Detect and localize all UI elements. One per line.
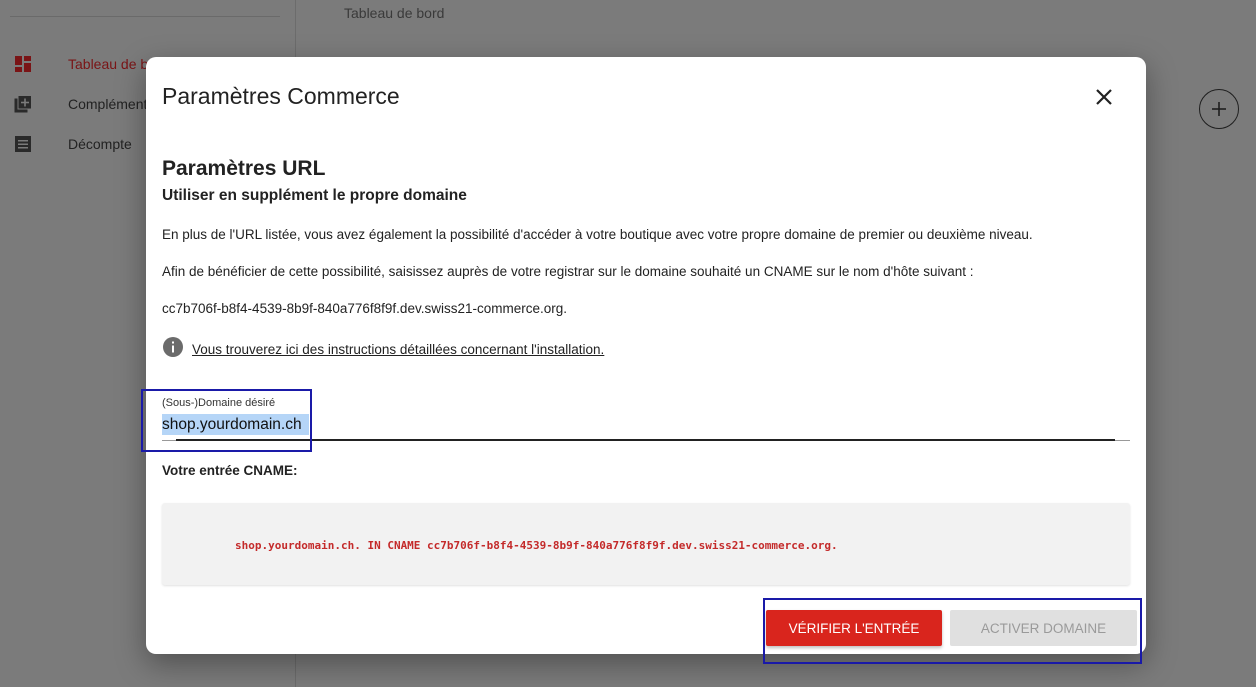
library-add-icon [14,95,32,113]
hostname-text: cc7b706f-b8f4-4539-8b9f-840a776f8f9f.dev… [162,301,567,316]
cname-entry-text: shop.yourdomain.ch. IN CNAME cc7b706f-b8… [235,539,838,552]
installation-instructions-link[interactable]: Vous trouverez ici des instructions déta… [192,342,604,357]
domain-input-focus-underline [176,439,1115,441]
info-icon [163,337,183,357]
list-icon [15,136,31,152]
section-subtitle: Utiliser en supplément le propre domaine [162,187,467,204]
dashboard-icon [15,56,31,72]
cname-entry-label: Votre entrée CNAME: [162,463,298,478]
highlight-box [141,389,312,452]
add-button[interactable] [1199,89,1239,129]
close-icon[interactable] [1092,85,1116,109]
dialog-title: Paramètres Commerce [162,83,400,109]
sidebar-item-label: Compléments [68,96,155,112]
sidebar-item-label: Décompte [68,136,132,152]
cname-instruction-text: Afin de bénéficier de cette possibilité,… [162,264,974,279]
cname-code-block: shop.yourdomain.ch. IN CNAME cc7b706f-b8… [162,503,1130,585]
shop-settings-dialog: Paramètres Commerce Paramètres URL Utili… [141,57,1146,664]
breadcrumb: Tableau de bord [344,5,445,21]
section-title: Paramètres URL [162,157,326,180]
plus-icon [1212,102,1226,116]
sidebar-divider [10,16,280,17]
description-text: En plus de l'URL listée, vous avez égale… [162,227,1033,242]
highlight-box [763,598,1142,664]
